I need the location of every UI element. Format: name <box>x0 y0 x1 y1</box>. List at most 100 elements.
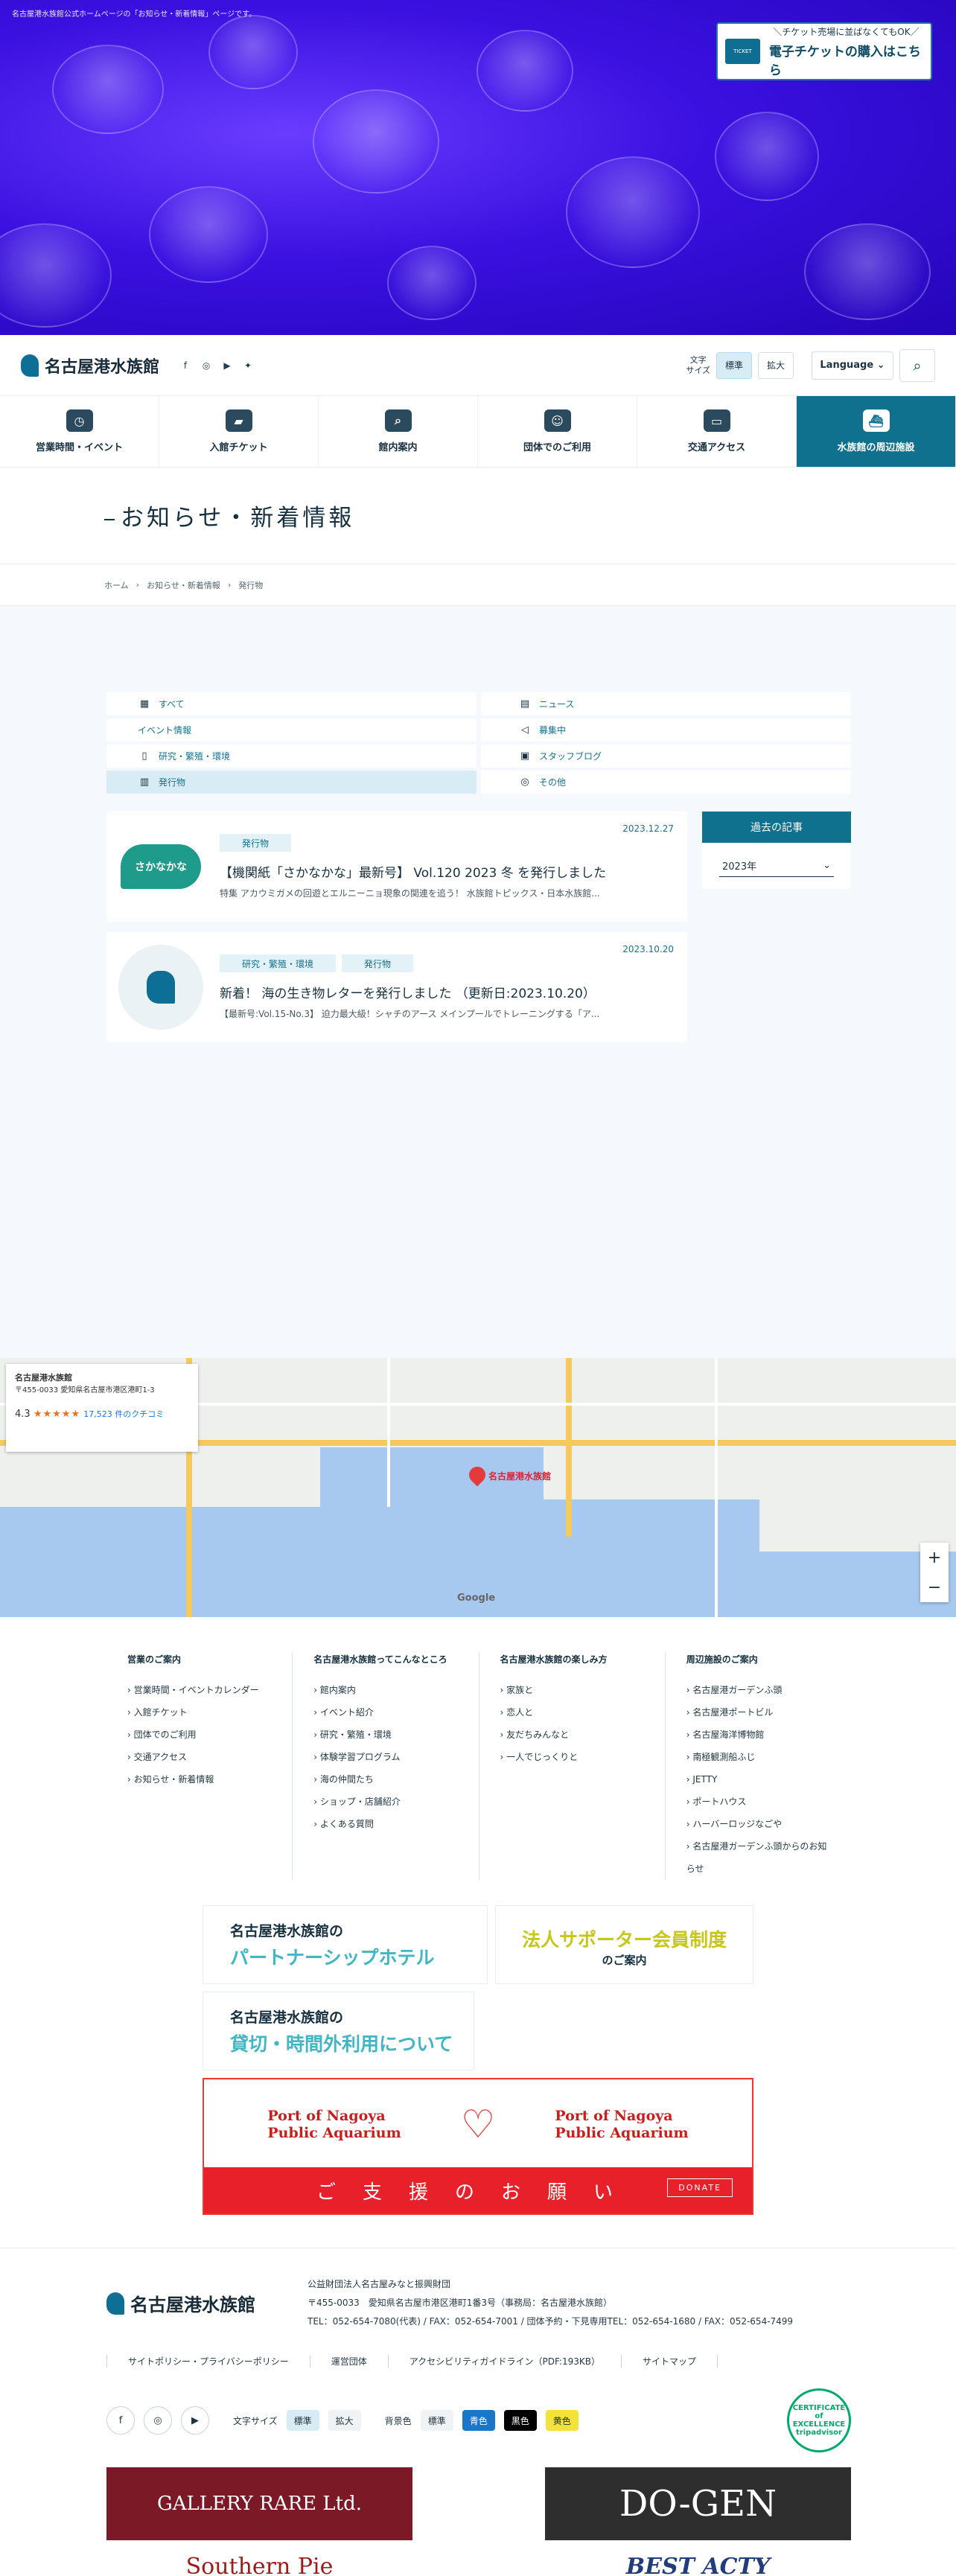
category-label: イベント情報 <box>138 725 192 736</box>
sponsor-do-gen[interactable]: DO-GEN <box>545 2467 851 2540</box>
facebook-icon[interactable]: f <box>179 359 192 372</box>
footer-nav-link[interactable]: 名古屋港ポートビル <box>686 1701 830 1724</box>
news-tags: 発行物 <box>220 834 675 852</box>
footer-font-standard[interactable]: 標準 <box>286 2410 319 2431</box>
footer-nav-link[interactable]: 交通アクセス <box>127 1746 271 1768</box>
instagram-icon[interactable]: ◎ <box>144 2406 172 2435</box>
gnav-item-0[interactable]: ◷ 営業時間・イベント <box>0 396 159 467</box>
footer-nav-link[interactable]: 家族と <box>500 1679 644 1701</box>
facebook-icon[interactable]: f <box>106 2406 135 2435</box>
partner-hotel-banner[interactable]: 名古屋港水族館の パートナーシップホテル <box>203 1905 488 1984</box>
footer-nav-link[interactable]: 団体でのご利用 <box>127 1724 271 1746</box>
news-tag: 発行物 <box>220 834 292 852</box>
news-tag: 研究・繁殖・環境 <box>220 954 337 972</box>
footer-nav-link[interactable]: ポートハウス <box>686 1791 830 1813</box>
ticket-banner-title: 電子チケットの購入はこちら <box>768 44 921 78</box>
language-select[interactable]: Language ⌄ <box>812 351 893 380</box>
category-1[interactable]: ▤ ニュース <box>481 692 851 715</box>
twitter-icon[interactable]: ✦ <box>241 359 255 372</box>
sponsor-best-acty[interactable]: BEST ACTY <box>545 2554 851 2576</box>
bg-standard-button[interactable]: 標準 <box>420 2410 453 2431</box>
jellyfish-image <box>313 89 439 194</box>
breadcrumb-news[interactable]: お知らせ・新着情報 <box>147 579 220 591</box>
footer-link-sitemap[interactable]: サイトマップ <box>622 2355 718 2368</box>
footer-logo[interactable]: 名古屋港水族館 <box>106 2275 278 2331</box>
category-7[interactable]: ◎ その他 <box>481 771 851 794</box>
footer-nav-link[interactable]: 友だちみんなと <box>500 1724 644 1746</box>
gnav-item-2[interactable]: ⌕ 館内案内 <box>319 396 478 467</box>
donation-banner[interactable]: Port of Nagoya Public Aquarium ♡ Port of… <box>203 2078 753 2215</box>
sponsor-southern-pie[interactable]: Southern Pie <box>106 2554 412 2576</box>
bg-black-button[interactable]: 黒色 <box>503 2410 537 2431</box>
e-ticket-banner[interactable]: TICKET ＼チケット売場に並ばなくてもOK／ 電子チケットの購入はこちら <box>716 22 932 80</box>
breadcrumb: ホーム › お知らせ・新着情報 › 発行物 <box>0 564 956 606</box>
footer-nav-link[interactable]: 研究・繁殖・環境 <box>313 1724 457 1746</box>
footer-font-large[interactable]: 拡大 <box>328 2410 361 2431</box>
tripadvisor-badge[interactable]: CERTIFICATE of EXCELLENCE tripadvisor <box>787 2388 851 2452</box>
category-label: 研究・繁殖・環境 <box>159 751 231 762</box>
font-standard-button[interactable]: 標準 <box>716 351 752 379</box>
breadcrumb-home[interactable]: ホーム <box>104 579 129 591</box>
news-item[interactable]: 研究・繁殖・環境 発行物 新着！ 海の生き物レターを発行しました （更新日:2023… <box>106 932 687 1042</box>
instagram-icon[interactable]: ◎ <box>200 359 213 372</box>
donate-button[interactable]: DONATE <box>667 2178 733 2197</box>
category-5[interactable]: ▣ スタッフブログ <box>481 745 851 768</box>
footer-nav-link[interactable]: 体験学習プログラム <box>313 1746 457 1768</box>
gnav-item-5[interactable]: ⛴ 水族館の周辺施設 <box>797 396 956 467</box>
footer-link-accessibility[interactable]: アクセシビリティガイドライン（PDF:193KB） <box>389 2355 622 2368</box>
footer-nav-link[interactable]: 入館チケット <box>127 1701 271 1724</box>
footer-link-policy[interactable]: サイトポリシー・プライバシーポリシー <box>107 2355 310 2368</box>
site-logo[interactable]: 名古屋港水族館 <box>21 354 159 377</box>
category-label: スタッフブログ <box>539 751 602 762</box>
site-footer: 名古屋港水族館 公益財団法人名古屋みなと振興財団 〒455-0033 愛知県名古… <box>0 2248 956 2576</box>
search-button[interactable]: ⌕ <box>899 348 935 382</box>
footer-nav-link[interactable]: お知らせ・新着情報 <box>127 1768 271 1791</box>
zoom-out-button[interactable]: − <box>928 1578 941 1597</box>
footer-nav-link[interactable]: JETTY <box>686 1768 830 1791</box>
footer-nav-link[interactable]: 恋人と <box>500 1701 644 1724</box>
sponsor-gallery-rare[interactable]: GALLERY RARE Ltd. <box>106 2467 412 2540</box>
category-3[interactable]: ◁ 募集中 <box>481 718 851 742</box>
category-4[interactable]: ▯ 研究・繁殖・環境 <box>106 745 477 768</box>
footer-nav-link[interactable]: 名古屋港ガーデンふ頭 <box>686 1679 830 1701</box>
bg-yellow-button[interactable]: 黄色 <box>545 2410 579 2431</box>
archive-year-select[interactable]: 2023年 ⌄ <box>719 855 834 877</box>
footer-nav-link[interactable]: 海の仲間たち <box>313 1768 457 1791</box>
font-large-button[interactable]: 拡大 <box>758 351 794 379</box>
google-map[interactable]: 名古屋港水族館 名古屋港水族館 〒455-0033 愛知県名古屋市港区港町1-3… <box>0 1358 956 1617</box>
footer-nav-link[interactable]: ショップ・店舗紹介 <box>313 1791 457 1813</box>
category-0[interactable]: ▦ すべて <box>106 692 477 715</box>
social-links: f ◎ ▶ ✦ <box>179 359 255 372</box>
youtube-icon[interactable]: ▶ <box>181 2406 209 2435</box>
bg-blue-button[interactable]: 青色 <box>462 2410 495 2431</box>
supporter-banner[interactable]: 法人サポーター会員制度 のご案内 <box>495 1905 753 1984</box>
footer-nav-heading: 名古屋港水族館の楽しみ方 <box>500 1654 608 1665</box>
gnav-label: 営業時間・イベント <box>35 442 123 453</box>
category-2[interactable]: イベント情報 <box>106 718 477 742</box>
footer-nav-link[interactable]: 名古屋港ガーデンふ頭からのお知らせ <box>686 1835 830 1880</box>
footer-nav-link[interactable]: 南極観測船ふじ <box>686 1746 830 1768</box>
zoom-in-button[interactable]: + <box>928 1549 941 1567</box>
news-item[interactable]: さかなかな 発行物 【機関紙「さかなかな」最新号】 Vol.120 2023 冬 を… <box>106 812 687 922</box>
category-6[interactable]: ▥ 発行物 <box>106 771 477 794</box>
sponsor-logos: GALLERY RARE Ltd. DO-GEN Southern Pie BE… <box>106 2467 851 2576</box>
map-reviews-link[interactable]: 17,523 件のクチコミ <box>83 1409 164 1419</box>
footer-nav-link[interactable]: イベント紹介 <box>313 1701 457 1724</box>
footer-nav-link[interactable]: よくある質問 <box>313 1813 457 1835</box>
footer-link-organization[interactable]: 運営団体 <box>310 2355 389 2368</box>
footer-nav-link[interactable]: 一人でじっくりと <box>500 1746 644 1768</box>
footer-nav-link[interactable]: 営業時間・イベントカレンダー <box>127 1679 271 1701</box>
footer-nav-link[interactable]: 館内案内 <box>313 1679 457 1701</box>
news-thumbnail: さかなかな <box>118 824 203 909</box>
gnav-label: 交通アクセス <box>687 442 746 453</box>
ticket-icon: ▰ <box>225 409 252 432</box>
footer-nav-link[interactable]: 名古屋海洋博物館 <box>686 1724 830 1746</box>
gnav-item-3[interactable]: ☺ 団体でのご利用 <box>478 396 637 467</box>
gnav-item-4[interactable]: ▭ 交通アクセス <box>637 396 797 467</box>
gnav-item-1[interactable]: ▰ 入館チケット <box>159 396 319 467</box>
footer-font-size-label: 文字サイズ <box>233 2415 278 2426</box>
footer-nav-link[interactable]: ハーバーロッジなごや <box>686 1813 830 1835</box>
charter-banner[interactable]: 名古屋港水族館の 貸切・時間外利用について <box>203 1992 474 2070</box>
footer-nav-column: 名古屋港水族館ってこんなところ館内案内イベント紹介研究・繁殖・環境体験学習プログ… <box>292 1653 478 1880</box>
youtube-icon[interactable]: ▶ <box>220 359 234 372</box>
